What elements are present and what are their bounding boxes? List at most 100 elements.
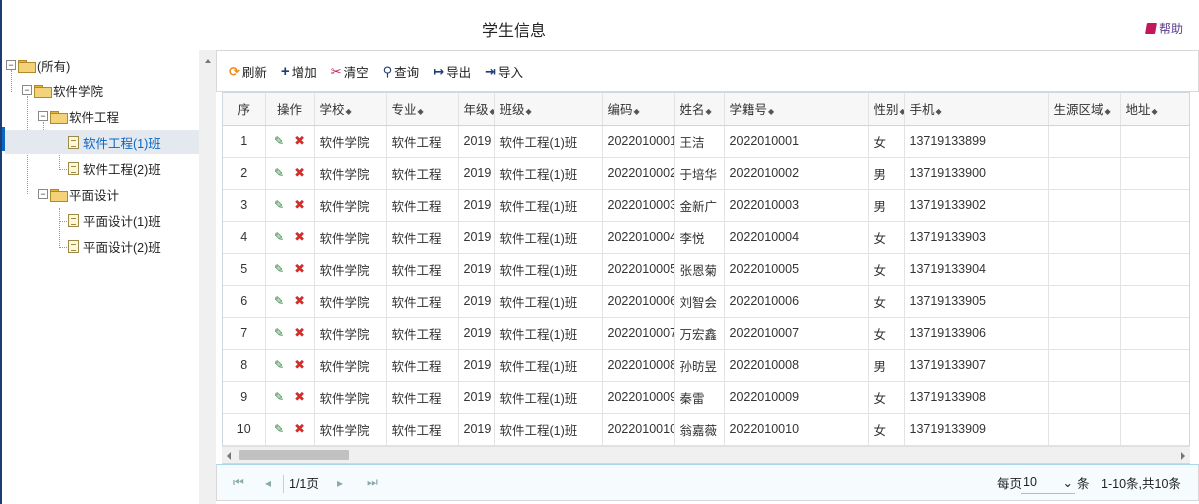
edit-icon[interactable]: ✎	[274, 294, 284, 308]
cell-major: 软件工程	[386, 349, 459, 382]
tree-node-class-gd1[interactable]: 平面设计(1)班	[68, 208, 161, 232]
collapse-icon[interactable]: −	[22, 85, 32, 95]
export-button[interactable]: ↦ 导出	[433, 62, 471, 81]
class-tree: − (所有) − 软件学院 − 软件工程 软件工程(1)班 软件工程(2)班 −…	[2, 50, 199, 504]
edit-icon[interactable]: ✎	[274, 422, 284, 436]
cell-code: 2022010002	[602, 157, 675, 190]
tree-node-class-se2[interactable]: 软件工程(2)班	[68, 156, 161, 180]
table-row[interactable]: 4 ✎ ✖ 软件学院 软件工程 2019 软件工程(1)班 2022010004 李悦 20220…	[223, 221, 1189, 254]
table-row[interactable]: 5 ✎ ✖ 软件学院 软件工程 2019 软件工程(1)班 2022010005 张恩菊 2022…	[223, 253, 1189, 286]
table-row[interactable]: 3 ✎ ✖ 软件学院 软件工程 2019 软件工程(1)班 2022010003 金新广 2022…	[223, 189, 1189, 222]
cell-class: 软件工程(1)班	[494, 189, 603, 222]
table-row[interactable]: 2 ✎ ✖ 软件学院 软件工程 2019 软件工程(1)班 2022010002 于培华 2022…	[223, 157, 1189, 190]
delete-icon[interactable]: ✖	[294, 421, 305, 436]
col-header-phone[interactable]: 手机◆	[904, 93, 1049, 126]
edit-icon[interactable]: ✎	[274, 166, 284, 180]
first-page-icon[interactable]: ⏮	[233, 475, 244, 490]
book-icon	[1145, 23, 1157, 34]
edit-icon[interactable]: ✎	[274, 230, 284, 244]
collapse-icon[interactable]: −	[6, 60, 16, 70]
row-actions: ✎ ✖	[265, 253, 315, 286]
cell-grade: 2019	[458, 125, 495, 158]
tree-node-class-gd2[interactable]: 平面设计(2)班	[68, 234, 161, 258]
cell-grade: 2019	[458, 157, 495, 190]
edit-icon[interactable]: ✎	[274, 358, 284, 372]
delete-icon[interactable]: ✖	[294, 261, 305, 276]
col-header-class[interactable]: 班级◆	[494, 93, 603, 126]
help-link[interactable]: 帮助	[1145, 20, 1183, 37]
tree-node-all[interactable]: − (所有)	[6, 53, 70, 77]
cell-grade: 2019	[458, 317, 495, 350]
tree-node-major-design[interactable]: − 平面设计	[38, 182, 119, 206]
table-row[interactable]: 8 ✎ ✖ 软件学院 软件工程 2019 软件工程(1)班 2022010008 孙昉昱 2022…	[223, 349, 1189, 382]
cell-gender: 男	[868, 349, 905, 382]
query-button[interactable]: ⚲ 查询	[383, 62, 420, 81]
search-icon: ⚲	[382, 63, 393, 79]
table-row[interactable]: 1 ✎ ✖ 软件学院 软件工程 2019 软件工程(1)班 2022010001 王洁 20220…	[223, 125, 1189, 158]
edit-icon[interactable]: ✎	[274, 262, 284, 276]
scroll-right-icon[interactable]	[1181, 452, 1185, 460]
scroll-thumb[interactable]	[239, 450, 349, 460]
page-size-select[interactable]: 10 ⌄	[1021, 472, 1075, 494]
delete-icon[interactable]: ✖	[294, 133, 305, 148]
cell-grade: 2019	[458, 189, 495, 222]
table-row[interactable]: 9 ✎ ✖ 软件学院 软件工程 2019 软件工程(1)班 2022010009 秦雷 20220…	[223, 381, 1189, 414]
sort-icon: ◆	[768, 107, 775, 117]
sort-icon: ◆	[633, 107, 640, 117]
col-header-school[interactable]: 学校◆	[314, 93, 387, 126]
cell-name: 万宏鑫	[674, 317, 725, 350]
edit-icon[interactable]: ✎	[274, 134, 284, 148]
tree-node-label: 平面设计(1)班	[83, 214, 161, 229]
col-header-code[interactable]: 编码◆	[602, 93, 675, 126]
edit-icon[interactable]: ✎	[274, 198, 284, 212]
col-header-seq: 序	[223, 93, 266, 126]
last-page-icon[interactable]: ⏭	[367, 475, 378, 490]
delete-icon[interactable]: ✖	[294, 357, 305, 372]
prev-page-icon[interactable]: ◂	[265, 476, 271, 490]
add-button[interactable]: + 增加	[281, 62, 317, 81]
scroll-left-icon[interactable]	[227, 452, 231, 460]
cell-class: 软件工程(1)班	[494, 221, 603, 254]
pagination-bar: ⏮ ◂ 1/1页 ▸ ⏭ 每页 10 ⌄ 条 1-10条,共10条	[216, 464, 1199, 501]
folder-open-icon	[18, 59, 36, 73]
delete-icon[interactable]: ✖	[294, 293, 305, 308]
plus-icon: +	[280, 62, 290, 80]
col-header-gender[interactable]: 性别◆	[868, 93, 905, 126]
refresh-button[interactable]: ⟳ 刷新	[229, 62, 267, 81]
table-row[interactable]: 10 ✎ ✖ 软件学院 软件工程 2019 软件工程(1)班 2022010010 翁嘉薇 202…	[223, 413, 1189, 446]
edit-icon[interactable]: ✎	[274, 390, 284, 404]
tree-node-major-software[interactable]: − 软件工程	[38, 104, 119, 128]
col-header-student-no[interactable]: 学籍号◆	[724, 93, 869, 126]
cell-school: 软件学院	[314, 157, 387, 190]
edit-icon[interactable]: ✎	[274, 326, 284, 340]
import-button[interactable]: ⇥ 导入	[485, 62, 523, 81]
cell-phone: 13719133905	[904, 285, 1049, 318]
horizontal-scrollbar[interactable]	[222, 446, 1190, 463]
col-header-grade[interactable]: 年级◆	[458, 93, 495, 126]
col-header-major[interactable]: 专业◆	[386, 93, 459, 126]
tree-node-class-se1[interactable]: 软件工程(1)班	[5, 130, 199, 154]
tree-connector	[59, 221, 67, 222]
panel-splitter[interactable]	[199, 50, 216, 504]
next-page-icon[interactable]: ▸	[337, 476, 343, 490]
cell-region	[1048, 189, 1121, 222]
delete-icon[interactable]: ✖	[294, 165, 305, 180]
tree-node-label: (所有)	[37, 59, 71, 74]
clear-button[interactable]: ✂ 清空	[331, 62, 369, 81]
delete-icon[interactable]: ✖	[294, 389, 305, 404]
table-row[interactable]: 6 ✎ ✖ 软件学院 软件工程 2019 软件工程(1)班 2022010006 刘智会 2022…	[223, 285, 1189, 318]
delete-icon[interactable]: ✖	[294, 197, 305, 212]
cell-student-no: 2022010005	[724, 253, 869, 286]
delete-icon[interactable]: ✖	[294, 229, 305, 244]
col-header-name[interactable]: 姓名◆	[674, 93, 725, 126]
cell-school: 软件学院	[314, 221, 387, 254]
col-header-region[interactable]: 生源区域◆	[1048, 93, 1121, 126]
delete-icon[interactable]: ✖	[294, 325, 305, 340]
col-header-address[interactable]: 地址◆	[1120, 93, 1189, 126]
collapse-icon[interactable]: −	[38, 189, 48, 199]
tree-node-college[interactable]: − 软件学院	[22, 78, 103, 102]
collapse-arrow-icon[interactable]	[205, 59, 211, 63]
collapse-icon[interactable]: −	[38, 111, 48, 121]
table-row[interactable]: 7 ✎ ✖ 软件学院 软件工程 2019 软件工程(1)班 2022010007 万宏鑫 2022…	[223, 317, 1189, 350]
sort-icon: ◆	[525, 107, 532, 117]
